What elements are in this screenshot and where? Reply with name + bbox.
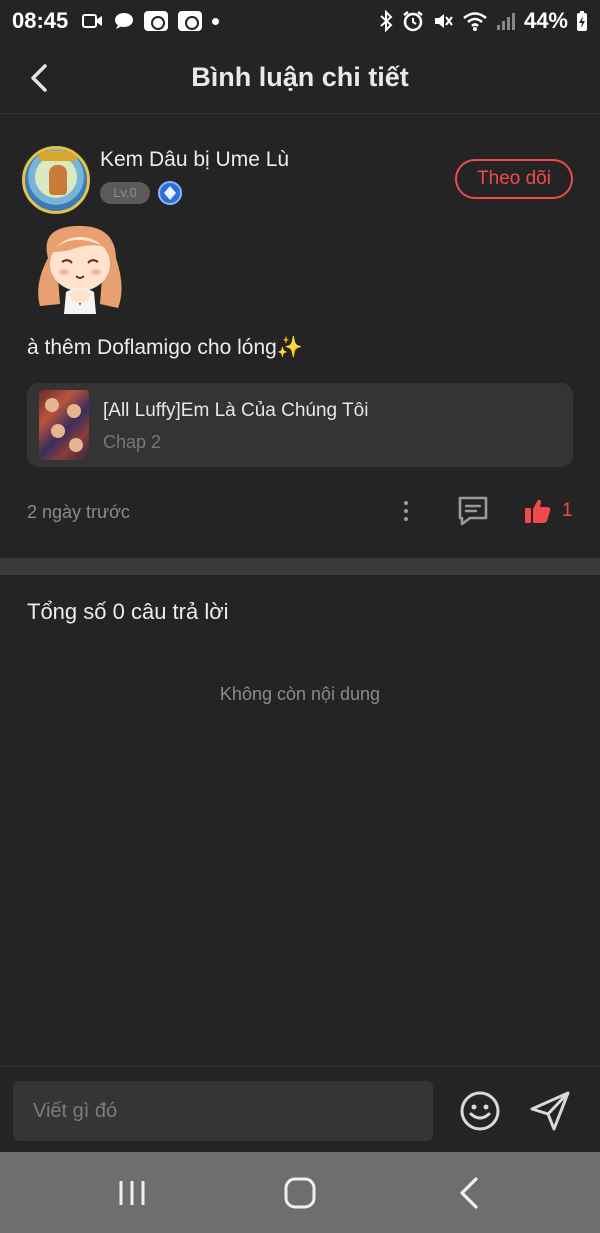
- video-camera-icon: [82, 14, 103, 28]
- system-navigation-bar: [0, 1152, 600, 1233]
- avatar[interactable]: [22, 146, 90, 214]
- status-time: 08:45: [12, 8, 69, 33]
- signal-icon: [496, 13, 515, 30]
- reply-input[interactable]: [13, 1081, 433, 1141]
- sticker-image: [38, 225, 122, 314]
- more-dot: [404, 517, 408, 521]
- reply-input-bar: [0, 1066, 600, 1152]
- avatar-figure: [49, 165, 67, 195]
- comment-username[interactable]: Kem Dâu bị Ume Lù: [100, 148, 289, 172]
- comment-body: à thêm Doflamigo cho lóng: [27, 336, 277, 359]
- sparkles-emoji: ✨: [276, 336, 303, 359]
- section-divider: [0, 558, 600, 575]
- avatar-frame-banner: [39, 151, 77, 161]
- linked-story-card[interactable]: [All Luffy]Em Là Của Chúng Tôi Chap 2: [27, 383, 573, 467]
- story-chapter: Chap 2: [103, 432, 162, 452]
- comment-text: à thêm Doflamigo cho lóng✨: [27, 336, 303, 360]
- status-bar: 08:45 44%: [0, 0, 600, 42]
- wifi-icon: [463, 12, 487, 31]
- follow-button[interactable]: Theo dõi: [455, 159, 573, 199]
- recent-apps-icon[interactable]: [116, 1178, 148, 1208]
- like-button[interactable]: 1: [524, 494, 580, 528]
- app-notification-icon: [144, 11, 169, 31]
- mute-icon: [434, 14, 453, 28]
- more-dot: [404, 509, 408, 513]
- like-count: 1: [562, 500, 573, 521]
- chat-bubble-icon: [115, 13, 134, 29]
- reply-icon[interactable]: [456, 494, 490, 528]
- bluetooth-icon: [380, 10, 393, 32]
- app-notification-icon-2: [178, 11, 203, 31]
- more-dot: [404, 501, 408, 505]
- status-system-icons: 44%: [378, 8, 588, 34]
- emoji-icon[interactable]: [458, 1089, 502, 1133]
- comment-card: Kem Dâu bị Ume Lù Lv.0 Theo dõi à thêm D…: [0, 114, 600, 558]
- home-icon[interactable]: [283, 1176, 317, 1210]
- story-cover-thumbnail: [39, 390, 89, 460]
- thumbs-up-icon: [525, 499, 551, 523]
- level-badge: Lv.0: [100, 182, 150, 204]
- battery-level: 44%: [523, 8, 568, 33]
- story-title: [All Luffy]Em Là Của Chúng Tôi: [103, 400, 369, 421]
- more-options-button[interactable]: [394, 496, 418, 526]
- nav-back-icon[interactable]: [454, 1176, 482, 1210]
- battery-charging-icon: [577, 11, 587, 31]
- empty-state-text: Không còn nội dung: [219, 684, 381, 704]
- send-icon[interactable]: [528, 1089, 572, 1133]
- app-header: Bình luận chi tiết: [0, 42, 600, 114]
- page-title: Bình luận chi tiết: [191, 62, 409, 92]
- comment-timestamp: 2 ngày trước: [27, 502, 130, 522]
- replies-total: Tổng số 0 câu trả lời: [27, 599, 229, 624]
- rank-badge-icon: [158, 181, 182, 205]
- more-notifications-dot: [212, 17, 220, 25]
- status-notification-icons: [82, 11, 220, 31]
- alarm-icon: [403, 11, 423, 32]
